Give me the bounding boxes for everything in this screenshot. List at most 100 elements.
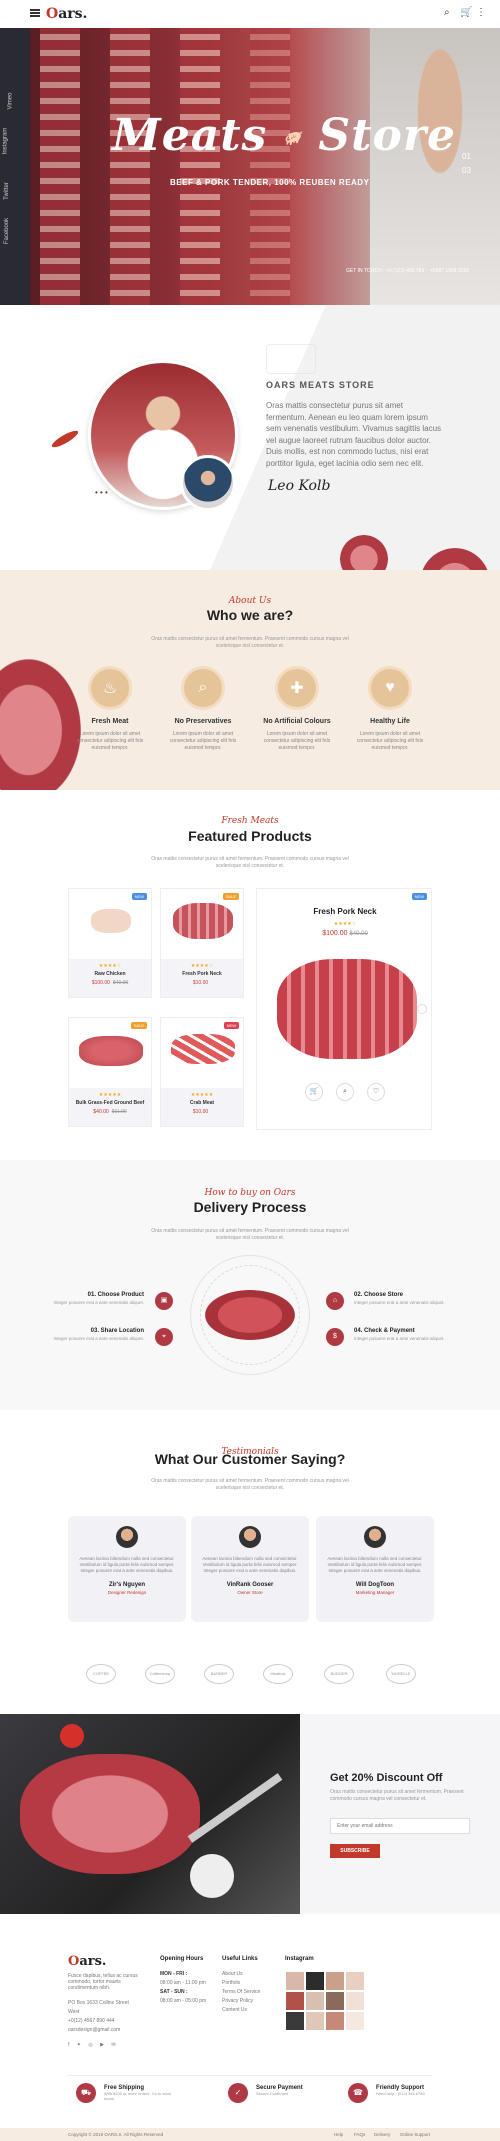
- chili-icon: [50, 428, 80, 450]
- phone: +0(12) 4567 890 444: [68, 2018, 115, 2024]
- featured-product-image: [277, 959, 417, 1059]
- email-input[interactable]: [330, 1818, 470, 1834]
- footer-about: Fusce dapibus, tellus ac cursus commodo,…: [68, 1973, 138, 2050]
- rating-stars: ★★★★★: [98, 1092, 122, 1099]
- products-script: Fresh Meats: [221, 816, 279, 826]
- footer-divider: [68, 2075, 432, 2076]
- product-card[interactable]: NEW ★★★★★ Crab Meat $10.00: [160, 1017, 244, 1127]
- wishlist-button[interactable]: ♡: [367, 1083, 385, 1101]
- instagram-photo[interactable]: [346, 1992, 364, 2010]
- service-friendly-support: Friendly Support Need help : (012) 345 67…: [376, 2085, 425, 2096]
- instagram-photo[interactable]: [326, 1992, 344, 2010]
- instagram-photo[interactable]: [286, 1972, 304, 1990]
- instagram-photo[interactable]: [326, 1972, 344, 1990]
- brand-logo[interactable]: MORELLE: [386, 1664, 416, 1684]
- brand-logo[interactable]: Coffeeshop: [145, 1664, 175, 1684]
- footer-links: Useful Links About Us Portfolio Terms Of S…: [222, 1956, 261, 2013]
- sidebar-link-twitter[interactable]: Twitter: [4, 182, 10, 200]
- testimonial-card: Aenean lacinia bibendum nulla sed consec…: [191, 1516, 309, 1622]
- product-card[interactable]: NEW ★★★★☆ Raw Chicken $100.00 $40.00: [68, 888, 152, 998]
- product-price: $40.00 $11.00: [93, 1109, 127, 1116]
- brand-logo[interactable]: BURGER: [324, 1664, 354, 1684]
- delivery-script: How to buy on Oars: [204, 1188, 296, 1198]
- discount-desc: Oras mattis consectetur purus sit amet f…: [330, 1789, 464, 1802]
- bottom-link-online-support[interactable]: Online Support: [400, 2132, 430, 2137]
- subscribe-button[interactable]: SUBSCRIBE: [330, 1844, 380, 1858]
- footer-instagram: Instagram: [285, 1956, 314, 1962]
- bottom-link-faqs[interactable]: FAQs: [354, 2132, 365, 2137]
- social-icons[interactable]: f ✦ ◎ ▶ ✉: [68, 2041, 138, 2050]
- copyright-bar: Copyright © 2019 OARS.S. All Rights Rese…: [0, 2128, 500, 2141]
- brand-logo[interactable]: COFFEE: [86, 1664, 116, 1684]
- signature: Leo Kolb: [268, 478, 331, 494]
- logo[interactable]: Oars.: [46, 6, 87, 22]
- brand-logo[interactable]: BARBER: [204, 1664, 234, 1684]
- address: PO Box 1633 Collins Street West: [68, 2000, 129, 2015]
- featured-product-card[interactable]: NEW Fresh Pork Neck ★★★★☆ $100.00 $40.00…: [256, 888, 432, 1130]
- delivery-title: Delivery Process: [193, 1199, 307, 1215]
- bottom-link-help[interactable]: Help: [334, 2132, 343, 2137]
- sidebar-link-instagram[interactable]: Instagram: [2, 128, 8, 155]
- step-choose-store: 02. Choose Store Integer posuere erat a a…: [354, 1292, 445, 1305]
- instagram-photo[interactable]: [346, 2012, 364, 2030]
- bottom-link-delivery[interactable]: Delivery: [374, 2132, 390, 2137]
- hero-phone-2[interactable]: +0987 1654 3210: [430, 268, 469, 274]
- copyright-text: Copyright © 2019 OARS.S. All Rights Rese…: [68, 2132, 164, 2137]
- instagram-photo[interactable]: [306, 1972, 324, 1990]
- menu-icon[interactable]: [30, 9, 40, 17]
- step-choose-product: 01. Choose Product Integer posuere erat a…: [53, 1292, 144, 1305]
- avatar: [239, 1526, 261, 1548]
- who-desc: Oras mattis consectetur purus sit amet f…: [151, 636, 349, 649]
- quick-view-button[interactable]: ⌕: [336, 1083, 354, 1101]
- testimonials-title: What Our Customer Saying?: [154, 1451, 346, 1467]
- rating-stars: ★★★★☆: [333, 921, 357, 927]
- testimonials-desc: Oras mattis consectetur purus sit amet f…: [151, 1478, 349, 1491]
- new-badge: NEW: [223, 1022, 239, 1029]
- email[interactable]: oarsdesign@gmail.com: [68, 2026, 138, 2035]
- instagram-photo[interactable]: [286, 1992, 304, 2010]
- featured-product-name[interactable]: Fresh Pork Neck: [257, 907, 433, 916]
- instagram-photo[interactable]: [326, 2012, 344, 2030]
- pig-icon: 🐖: [283, 130, 303, 147]
- who-script: About Us: [228, 596, 272, 606]
- product-name[interactable]: Raw Chicken: [69, 971, 151, 977]
- product-name[interactable]: Fresh Pork Neck: [161, 971, 243, 977]
- support-icon: ☎: [348, 2083, 368, 2103]
- instagram-photo[interactable]: [346, 1972, 364, 1990]
- product-card[interactable]: SALE ★★★★★ Bulk Grass-Fed Ground Beef $40.…: [68, 1017, 152, 1127]
- footer-logo[interactable]: Oars.: [68, 1954, 106, 1969]
- service-secure-payment: Secure Payment Secure Confirmed: [256, 2085, 303, 2096]
- rating-stars: ★★★★☆: [98, 963, 122, 970]
- brand-logo[interactable]: Meatbox: [263, 1664, 293, 1684]
- hero-phone-1[interactable]: +0 (123) 456 789: [386, 268, 424, 274]
- product-image: [91, 909, 131, 933]
- delivery-meat-image: [205, 1290, 295, 1340]
- product-name[interactable]: Crab Meat: [161, 1100, 243, 1106]
- sale-badge: SALE: [130, 1022, 147, 1029]
- secure-icon: ✓: [228, 2083, 248, 2103]
- meat-box-watermark: [266, 344, 316, 374]
- product-price: $100.00 $40.00: [91, 980, 129, 987]
- about-text: Oras mattis consectetur purus sit amet f…: [266, 401, 442, 468]
- cart-button[interactable]: 🛒: [305, 1083, 323, 1101]
- product-name[interactable]: Bulk Grass-Fed Ground Beef: [69, 1100, 151, 1106]
- delivery-desc: Oras mattis consectetur purus sit amet f…: [151, 1228, 349, 1241]
- featured-product-price: $100.00 $40.00: [322, 930, 368, 937]
- discount-steak-image: [0, 1714, 300, 1914]
- slider-dot[interactable]: [417, 1004, 427, 1014]
- feature-fresh-meat: ♨ Fresh Meat Lorem ipsum dolor sit amet co…: [70, 666, 150, 752]
- products-desc: Oras mattis consectetur purus sit amet f…: [151, 856, 349, 869]
- instagram-photo[interactable]: [306, 2012, 324, 2030]
- product-card[interactable]: SALE ★★★★☆ Fresh Pork Neck $10.00: [160, 888, 244, 998]
- product-image: [173, 903, 233, 939]
- cart-icon[interactable]: 🛒: [460, 7, 472, 18]
- instagram-photo[interactable]: [306, 1992, 324, 2010]
- instagram-photo[interactable]: [286, 2012, 304, 2030]
- search-icon[interactable]: ⌕: [444, 7, 450, 18]
- rating-stars: ★★★★☆: [190, 963, 214, 970]
- slide-indicator[interactable]: 01 03: [462, 150, 471, 178]
- shipping-icon: ⛟: [76, 2083, 96, 2103]
- sidebar-link-facebook[interactable]: Facebook: [4, 218, 10, 244]
- sidebar-link-vimeo[interactable]: Vimeo: [7, 93, 13, 110]
- more-icon[interactable]: ⋮: [476, 7, 486, 18]
